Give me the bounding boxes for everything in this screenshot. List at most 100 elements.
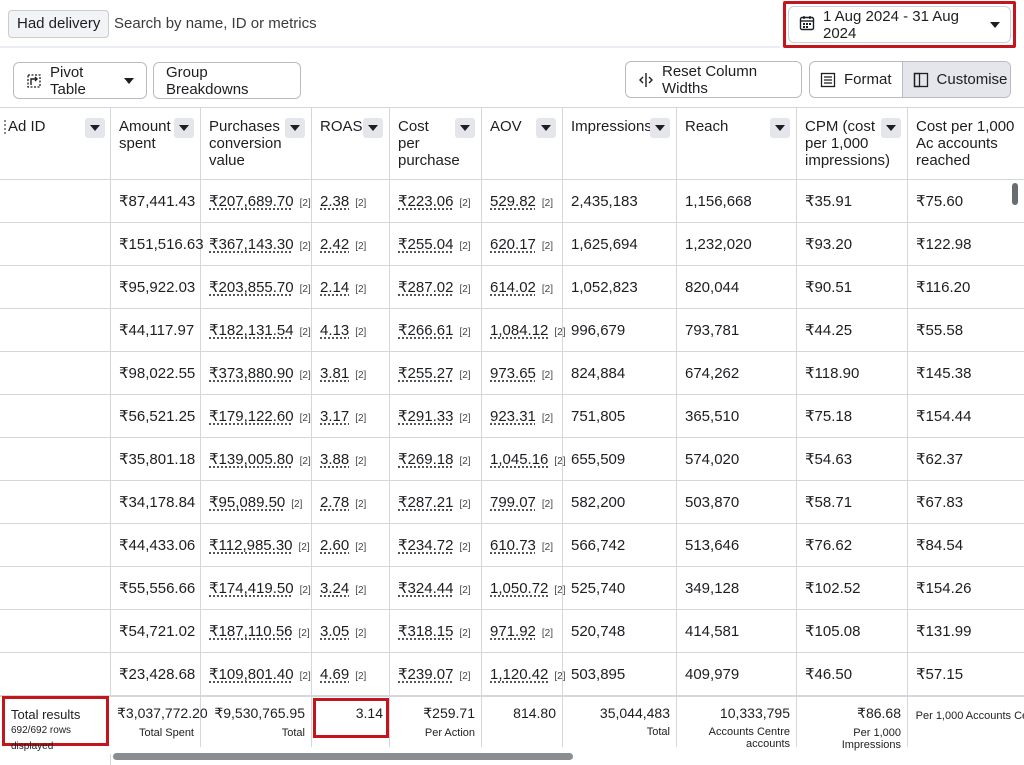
sort-dropdown-button[interactable]: [536, 118, 556, 138]
sort-dropdown-button[interactable]: [85, 118, 105, 138]
table-cell-roas[interactable]: 3.24 [2]: [312, 567, 390, 610]
table-row[interactable]: ₹23,428.68 ₹109,801.40 [2] 4.69 [2] ₹239.07 [2…: [0, 653, 1024, 696]
cell-value: 1,084.12: [490, 322, 549, 339]
table-row[interactable]: ₹87,441.43 ₹207,689.70 [2] 2.38 [2] ₹223.06 [2…: [0, 180, 1024, 223]
table-cell-aov[interactable]: 1,045.16 [2]: [482, 438, 566, 481]
table-row[interactable]: ₹34,178.84 ₹95,089.50 [2] 2.78 [2] ₹287.21 [2]…: [0, 481, 1024, 524]
column-header-cost-per-1000-reached[interactable]: Cost per 1,000 Ac accounts reached: [908, 108, 1024, 180]
table-cell-pcv[interactable]: ₹95,089.50 [2]: [201, 481, 312, 524]
table-cell-pcv[interactable]: ₹207,689.70 [2]: [201, 180, 312, 223]
cell-value: ₹203,855.70: [209, 279, 294, 296]
table-cell-aov[interactable]: 923.31 [2]: [482, 395, 563, 438]
cell-value: ₹109,801.40: [209, 666, 294, 683]
sort-dropdown-button[interactable]: [363, 118, 383, 138]
table-cell-pcv[interactable]: ₹139,005.80 [2]: [201, 438, 312, 481]
table-cell-pcv[interactable]: ₹109,801.40 [2]: [201, 653, 312, 696]
table-cell-cpp[interactable]: ₹266.61 [2]: [390, 309, 482, 352]
table-cell-aov[interactable]: 971.92 [2]: [482, 610, 563, 653]
table-cell-roas[interactable]: 3.81 [2]: [312, 352, 390, 395]
table-cell-pcv[interactable]: ₹367,143.30 [2]: [201, 223, 312, 266]
column-header-purchases-conversion-value[interactable]: Purchases conversion value: [201, 108, 312, 180]
column-resize-handle[interactable]: [4, 120, 6, 134]
sort-dropdown-button[interactable]: [285, 118, 305, 138]
footnote-marker: [2]: [355, 413, 367, 424]
table-cell-cpp[interactable]: ₹291.33 [2]: [390, 395, 482, 438]
table-cell-cpp[interactable]: ₹324.44 [2]: [390, 567, 482, 610]
table-cell-impressions: 1,052,823: [563, 266, 677, 309]
column-header-reach[interactable]: Reach: [677, 108, 797, 180]
table-cell-cpp[interactable]: ₹255.27 [2]: [390, 352, 482, 395]
table-cell-pcv[interactable]: ₹373,880.90 [2]: [201, 352, 312, 395]
table-cell-pcv[interactable]: ₹179,122.60 [2]: [201, 395, 312, 438]
table-row[interactable]: ₹56,521.25 ₹179,122.60 [2] 3.17 [2] ₹291.33 [2…: [0, 395, 1024, 438]
format-button[interactable]: Format: [810, 62, 902, 97]
cell-value: ₹93.20: [805, 236, 853, 253]
table-cell-aov[interactable]: 610.73 [2]: [482, 524, 563, 567]
table-cell-cpp[interactable]: ₹234.72 [2]: [390, 524, 482, 567]
cell-value: 751,805: [571, 408, 626, 425]
table-cell-pcv[interactable]: ₹187,110.56 [2]: [201, 610, 312, 653]
table-cell-cpp[interactable]: ₹287.02 [2]: [390, 266, 482, 309]
pivot-table-button[interactable]: Pivot Table: [13, 62, 147, 99]
filter-chip-had-delivery[interactable]: Had delivery: [8, 10, 110, 38]
table-cell-cpp[interactable]: ₹223.06 [2]: [390, 180, 482, 223]
sort-dropdown-button[interactable]: [770, 118, 790, 138]
table-cell-amount_spent: ₹23,428.68: [111, 653, 201, 696]
table-cell-pcv[interactable]: ₹182,131.54 [2]: [201, 309, 312, 352]
table-row[interactable]: ₹98,022.55 ₹373,880.90 [2] 3.81 [2] ₹255.27 [2…: [0, 352, 1024, 395]
table-cell-roas[interactable]: 2.60 [2]: [312, 524, 390, 567]
table-cell-cpp[interactable]: ₹318.15 [2]: [390, 610, 482, 653]
table-cell-roas[interactable]: 2.38 [2]: [312, 180, 390, 223]
group-breakdowns-button[interactable]: Group Breakdowns: [153, 62, 301, 99]
table-row[interactable]: ₹95,922.03 ₹203,855.70 [2] 2.14 [2] ₹287.02 [2…: [0, 266, 1024, 309]
table-cell-cpp[interactable]: ₹269.18 [2]: [390, 438, 482, 481]
table-cell-aov[interactable]: 614.02 [2]: [482, 266, 563, 309]
column-header-cost-per-purchase[interactable]: Cost per purchase: [390, 108, 482, 180]
table-cell-aov[interactable]: 620.17 [2]: [482, 223, 563, 266]
reset-column-widths-button[interactable]: Reset Column Widths: [625, 61, 802, 98]
column-header-aov[interactable]: AOV: [482, 108, 563, 180]
table-cell-aov[interactable]: 1,120.42 [2]: [482, 653, 566, 696]
table-cell-roas[interactable]: 3.88 [2]: [312, 438, 390, 481]
table-cell-roas[interactable]: 4.69 [2]: [312, 653, 390, 696]
sort-dropdown-button[interactable]: [650, 118, 670, 138]
column-header-cpm[interactable]: CPM (cost per 1,000 impressions): [797, 108, 908, 180]
cell-value: ₹55.58: [916, 322, 964, 339]
table-cell-pcv[interactable]: ₹112,985.30 [2]: [201, 524, 312, 567]
date-range-picker[interactable]: 1 Aug 2024 - 31 Aug 2024: [788, 6, 1011, 43]
table-cell-cpp[interactable]: ₹255.04 [2]: [390, 223, 482, 266]
table-cell-roas[interactable]: 2.14 [2]: [312, 266, 390, 309]
customise-button[interactable]: Customise: [901, 62, 1010, 97]
table-cell-roas[interactable]: 3.05 [2]: [312, 610, 390, 653]
table-cell-cpp[interactable]: ₹287.21 [2]: [390, 481, 482, 524]
chevron-down-icon: [368, 125, 378, 131]
column-header-ad-id[interactable]: Ad ID: [0, 108, 111, 180]
sort-dropdown-button[interactable]: [455, 118, 475, 138]
table-row[interactable]: ₹54,721.02 ₹187,110.56 [2] 3.05 [2] ₹318.15 [2…: [0, 610, 1024, 653]
table-cell-aov[interactable]: 1,084.12 [2]: [482, 309, 566, 352]
sort-dropdown-button[interactable]: [881, 118, 901, 138]
table-cell-aov[interactable]: 529.82 [2]: [482, 180, 563, 223]
table-cell-aov[interactable]: 973.65 [2]: [482, 352, 563, 395]
table-row[interactable]: ₹44,433.06 ₹112,985.30 [2] 2.60 [2] ₹234.72 [2…: [0, 524, 1024, 567]
column-header-impressions[interactable]: Impressions: [563, 108, 677, 180]
table-row[interactable]: ₹151,516.63 ₹367,143.30 [2] 2.42 [2] ₹255.04 […: [0, 223, 1024, 266]
vertical-scrollbar[interactable]: [1012, 183, 1018, 205]
table-cell-roas[interactable]: 4.13 [2]: [312, 309, 390, 352]
table-row[interactable]: ₹44,117.97 ₹182,131.54 [2] 4.13 [2] ₹266.61 [2…: [0, 309, 1024, 352]
table-cell-pcv[interactable]: ₹203,855.70 [2]: [201, 266, 312, 309]
table-cell-aov[interactable]: 799.07 [2]: [482, 481, 563, 524]
table-cell-pcv[interactable]: ₹174,419.50 [2]: [201, 567, 312, 610]
table-row[interactable]: ₹55,556.66 ₹174,419.50 [2] 3.24 [2] ₹324.44 [2…: [0, 567, 1024, 610]
horizontal-scrollbar[interactable]: [113, 753, 573, 760]
table-cell-roas[interactable]: 3.17 [2]: [312, 395, 390, 438]
table-row[interactable]: ₹35,801.18 ₹139,005.80 [2] 3.88 [2] ₹269.18 [2…: [0, 438, 1024, 481]
table-cell-roas[interactable]: 2.42 [2]: [312, 223, 390, 266]
sort-dropdown-button[interactable]: [174, 118, 194, 138]
column-header-amount-spent[interactable]: Amount spent: [111, 108, 201, 180]
column-header-roas[interactable]: ROAS: [312, 108, 390, 180]
table-cell-aov[interactable]: 1,050.72 [2]: [482, 567, 566, 610]
search-input[interactable]: [112, 8, 532, 38]
table-cell-roas[interactable]: 2.78 [2]: [312, 481, 390, 524]
table-cell-cpp[interactable]: ₹239.07 [2]: [390, 653, 482, 696]
